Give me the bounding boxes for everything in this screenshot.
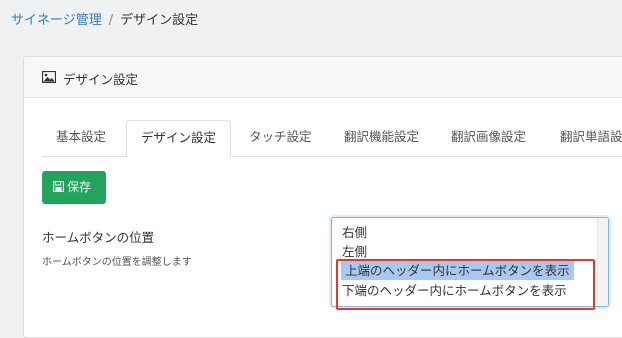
card-header: デザイン設定 [24, 57, 622, 98]
breadcrumb: サイネージ管理 / デザイン設定 [11, 9, 198, 28]
option-bottom-header[interactable]: 下端のヘッダー内にホームボタンを表示 [342, 281, 567, 300]
design-settings-card: デザイン設定 基本設定 デザイン設定 タッチ設定 翻訳機能設定 翻訳画像設定 翻… [23, 56, 622, 338]
tab-touch-settings[interactable]: タッチ設定 [235, 120, 326, 155]
option-left[interactable]: 左側 [342, 242, 367, 261]
option-top-header[interactable]: 上端のヘッダー内にホームボタンを表示 [341, 261, 574, 280]
option-right[interactable]: 右側 [342, 223, 367, 242]
breadcrumb-separator: / [108, 13, 114, 28]
home-button-position-help: ホームボタンの位置を調整します [42, 257, 192, 268]
save-button[interactable]: 保存 [42, 171, 106, 204]
settings-tabs: 基本設定 デザイン設定 タッチ設定 翻訳機能設定 翻訳画像設定 翻訳単語設 [42, 120, 622, 157]
listbox-scrollbar[interactable] [597, 218, 608, 306]
tab-design-settings[interactable]: デザイン設定 [126, 120, 232, 157]
tab-translation-word-settings[interactable]: 翻訳単語設 [546, 120, 622, 155]
breadcrumb-link-signage-management[interactable]: サイネージ管理 [11, 13, 102, 28]
home-button-position-select[interactable]: 右側 左側 上端のヘッダー内にホームボタンを表示 下端のヘッダー内にホームボタン… [331, 217, 609, 307]
home-button-position-label: ホームボタンの位置 [42, 230, 155, 245]
image-icon [42, 71, 56, 83]
tab-translation-function-settings[interactable]: 翻訳機能設定 [330, 120, 433, 155]
card-title: デザイン設定 [63, 72, 139, 87]
tab-basic-settings[interactable]: 基本設定 [42, 120, 120, 155]
save-button-label: 保存 [67, 180, 92, 194]
breadcrumb-current: デザイン設定 [120, 13, 199, 28]
tab-translation-image-settings[interactable]: 翻訳画像設定 [437, 120, 540, 155]
floppy-disk-icon [53, 181, 64, 192]
